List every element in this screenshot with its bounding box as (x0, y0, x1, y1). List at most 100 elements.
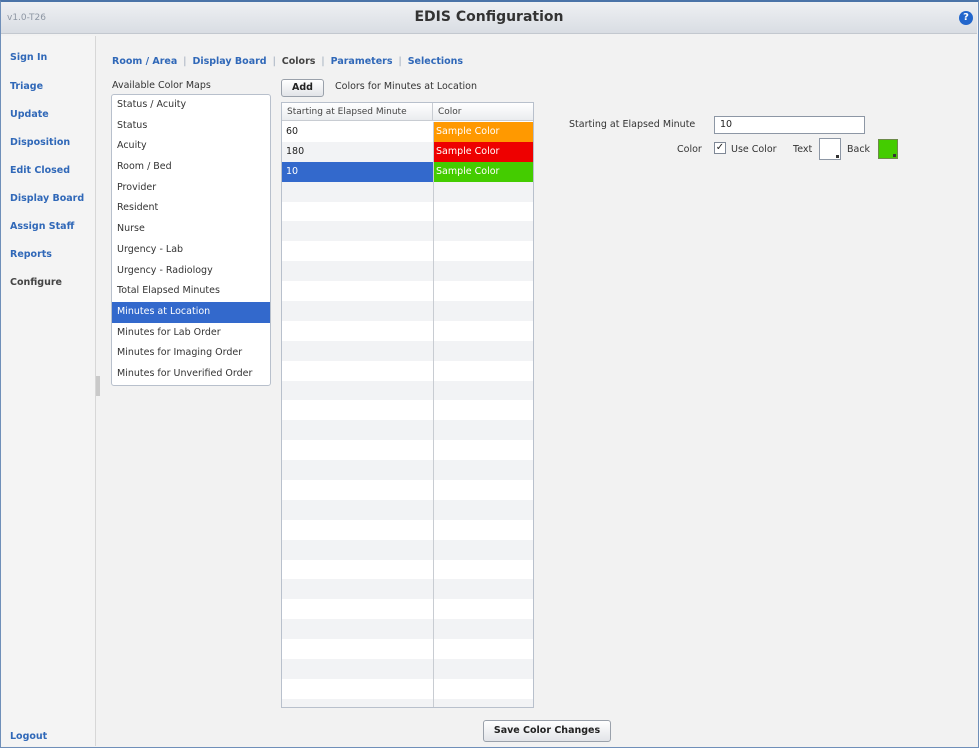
color-map-item[interactable]: Minutes for Unverified Order (112, 364, 270, 385)
color-map-item[interactable]: Urgency - Radiology (112, 261, 270, 282)
table-row (282, 400, 533, 420)
color-map-item[interactable]: Total Elapsed Minutes (112, 281, 270, 302)
sidebar-item-edit-closed[interactable]: Edit Closed (10, 165, 70, 176)
color-map-item[interactable]: Status (112, 116, 270, 137)
swatch-dropdown-marker (836, 155, 839, 158)
question-icon[interactable]: ? (959, 11, 973, 25)
color-sample-cell (433, 381, 533, 401)
color-map-item[interactable]: Resident (112, 198, 270, 219)
minute-cell[interactable]: 60 (282, 122, 433, 142)
table-row (282, 480, 533, 500)
color-sample-cell[interactable]: Sample Color (433, 141, 533, 162)
table-row (282, 261, 533, 282)
color-map-item[interactable]: Minutes for Lab Order (112, 323, 270, 344)
table-row (282, 281, 533, 301)
color-field-label: Color (677, 144, 702, 155)
table-row[interactable]: 180 Sample Color (282, 141, 533, 162)
minute-cell (282, 341, 433, 361)
save-color-changes-button[interactable]: Save Color Changes (483, 720, 611, 742)
tab-display-board[interactable]: Display Board (192, 56, 266, 67)
minute-cell (282, 699, 433, 707)
sidebar-item-triage[interactable]: Triage (10, 81, 43, 92)
sidebar-item-configure[interactable]: Configure (10, 277, 62, 288)
minute-cell (282, 560, 433, 580)
tab-room-area[interactable]: Room / Area (112, 56, 177, 67)
grid-body: 60 Sample Color 180 Sample Color 10 Sample Co… (282, 122, 533, 707)
sidebar-item-disposition[interactable]: Disposition (10, 137, 70, 148)
table-row (282, 181, 533, 202)
minute-cell (282, 679, 433, 699)
minute-cell (282, 599, 433, 619)
use-color-label: Use Color (731, 144, 777, 155)
color-sample-cell (433, 599, 533, 619)
color-sample-cell (433, 281, 533, 301)
color-map-item[interactable]: Provider (112, 178, 270, 199)
grid-header: Starting at Elapsed Minute Color (282, 103, 533, 121)
sidebar-item-reports[interactable]: Reports (10, 249, 52, 260)
config-tabs: Room / Area | Display Board | Colors | Paramet… (112, 56, 463, 67)
tab-selections[interactable]: Selections (408, 56, 463, 67)
color-map-item[interactable]: Minutes for Imaging Order (112, 343, 270, 364)
color-sample-cell (433, 679, 533, 699)
text-color-swatch[interactable] (819, 138, 841, 160)
color-sample-cell[interactable]: Sample Color (433, 161, 533, 182)
table-row (282, 579, 533, 600)
sidebar-item-display-board[interactable]: Display Board (10, 193, 84, 204)
title-bar: v1.0-T26 EDIS Configuration ? (1, 2, 977, 34)
minute-cell[interactable]: 180 (282, 142, 433, 162)
sidebar-nav: Sign In Triage Update Disposition Edit C… (1, 36, 96, 746)
table-row (282, 460, 533, 481)
add-button[interactable]: Add (281, 79, 324, 97)
color-sample-cell[interactable]: Sample Color (433, 122, 533, 142)
minute-cell (282, 420, 433, 440)
minute-cell (282, 241, 433, 261)
color-map-item[interactable]: Acuity (112, 136, 270, 157)
color-sample-cell (433, 440, 533, 460)
minute-cell (282, 321, 433, 341)
table-row (282, 241, 533, 261)
table-row (282, 202, 533, 222)
tab-colors[interactable]: Colors (282, 56, 316, 67)
table-row (282, 659, 533, 679)
minute-cell (282, 639, 433, 659)
table-row (282, 420, 533, 441)
use-color-checkbox[interactable]: ✓ (714, 142, 726, 154)
color-map-item[interactable]: Status / Acuity (112, 95, 270, 116)
sidebar-item-update[interactable]: Update (10, 109, 49, 120)
table-row (282, 599, 533, 619)
minute-cell (282, 221, 433, 241)
color-sample-cell (433, 520, 533, 540)
minute-cell (282, 381, 433, 401)
column-header-color[interactable]: Color (433, 103, 533, 121)
tab-parameters[interactable]: Parameters (331, 56, 393, 67)
tab-separator: | (321, 56, 325, 67)
color-sample-cell (433, 480, 533, 500)
color-sample-cell (433, 202, 533, 222)
table-row (282, 440, 533, 460)
table-row (282, 619, 533, 640)
color-sample-cell (433, 241, 533, 261)
table-row (282, 301, 533, 321)
sidebar-item-assign-staff[interactable]: Assign Staff (10, 221, 74, 232)
color-map-item[interactable]: Urgency - Lab (112, 240, 270, 261)
color-map-item[interactable]: Room / Bed (112, 157, 270, 178)
column-header-minute[interactable]: Starting at Elapsed Minute (282, 103, 433, 121)
elapsed-minute-input[interactable]: 10 (714, 116, 865, 134)
minute-cell[interactable]: 10 (282, 161, 433, 182)
text-color-label: Text (793, 144, 813, 155)
table-row (282, 698, 533, 707)
table-row[interactable]: 10 Sample Color (282, 161, 533, 182)
sidebar-splitter-handle[interactable] (96, 376, 100, 396)
logout-link[interactable]: Logout (10, 731, 47, 742)
back-color-swatch[interactable] (878, 139, 898, 159)
color-map-item[interactable]: Nurse (112, 219, 270, 240)
minute-cell (282, 400, 433, 420)
minute-cell (282, 520, 433, 540)
minute-field-label: Starting at Elapsed Minute (569, 119, 696, 130)
column-divider (433, 122, 434, 707)
table-row (282, 520, 533, 540)
color-map-item-selected[interactable]: Minutes at Location (112, 301, 270, 323)
table-row[interactable]: 60 Sample Color (282, 122, 533, 142)
sidebar-item-sign-in[interactable]: Sign In (10, 52, 47, 63)
colors-grid-title: Colors for Minutes at Location (335, 81, 478, 92)
